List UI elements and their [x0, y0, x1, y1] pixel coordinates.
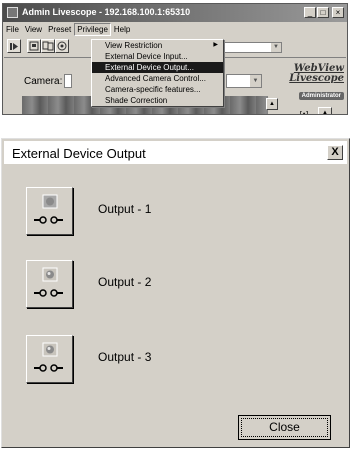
menu-item-camera-specific-features[interactable]: Camera-specific features...	[92, 84, 223, 95]
camera-label: Camera:	[24, 76, 63, 87]
relay-switch-icon	[34, 194, 63, 224]
tilt-up-button[interactable]: ▲	[318, 107, 332, 114]
menu-item-advanced-camera-control[interactable]: Advanced Camera Control...	[92, 73, 223, 84]
menu-item-external-device-output[interactable]: External Device Output...	[92, 62, 223, 73]
menu-preset[interactable]: Preset	[45, 23, 74, 36]
maximize-button[interactable]: □	[317, 7, 329, 18]
dialog-close-icon[interactable]: X	[327, 145, 343, 160]
menu-view[interactable]: View	[22, 23, 45, 36]
toolbar-button-4[interactable]	[55, 39, 69, 53]
output-2-toggle-button[interactable]	[26, 260, 73, 308]
relay-switch-icon	[34, 342, 63, 372]
output-3-label: Output - 3	[98, 350, 152, 364]
chevron-down-icon: ▼	[271, 43, 281, 52]
toolbar-combo[interactable]: ▼	[222, 42, 282, 53]
output-3-toggle-button[interactable]	[26, 335, 73, 383]
toolbar-icon-4	[57, 41, 67, 51]
output-row-2: Output - 2	[26, 260, 306, 310]
menu-item-shade-correction[interactable]: Shade Correction	[92, 95, 223, 106]
webview-logo: WebView Livescope Administrator	[288, 64, 344, 102]
menu-item-label: View Restriction	[105, 41, 163, 50]
output-row-3: Output - 3	[26, 335, 306, 385]
close-button-label: Close	[241, 418, 328, 437]
dialog-title-bar[interactable]: External Device Output X	[4, 141, 347, 164]
main-title-bar[interactable]: Admin Livescope - 192.168.100.1:65310 _ …	[3, 4, 347, 22]
toolbar-button-3[interactable]	[41, 39, 55, 53]
toolbar-button-1[interactable]	[7, 39, 21, 53]
close-button[interactable]: Close	[238, 415, 331, 440]
main-window: Admin Livescope - 192.168.100.1:65310 _ …	[2, 3, 348, 115]
camera-secondary-select[interactable]: ▼	[226, 74, 262, 88]
main-window-title: Admin Livescope - 192.168.100.1:65310	[22, 7, 191, 17]
minimize-button[interactable]: _	[304, 7, 316, 18]
administrator-badge: Administrator	[298, 92, 344, 100]
menu-privilege[interactable]: Privilege	[74, 23, 111, 36]
menu-item-external-device-input[interactable]: External Device Input...	[92, 51, 223, 62]
window-close-button[interactable]: ×	[332, 7, 344, 18]
camera-select[interactable]	[64, 74, 72, 88]
external-device-output-dialog: External Device Output X Output - 1 Outp…	[1, 138, 350, 448]
menu-file[interactable]: File	[3, 23, 22, 36]
app-icon	[7, 7, 18, 18]
submenu-arrow-icon: ▶	[213, 42, 218, 48]
toolbar-button-2[interactable]	[27, 39, 41, 53]
menu-help[interactable]: Help	[111, 23, 133, 36]
menu-bar: File View Preset Privilege Help	[3, 23, 347, 36]
logo-line-2: Livescope	[289, 73, 344, 84]
relay-switch-icon	[34, 267, 63, 297]
toolbar-icon-1	[10, 43, 18, 50]
output-row-1: Output - 1	[26, 187, 306, 237]
dialog-title: External Device Output	[12, 146, 146, 161]
scroll-up-button[interactable]: ▲	[266, 98, 278, 110]
toolbar-icon-2	[29, 41, 39, 51]
output-1-toggle-button[interactable]	[26, 187, 73, 235]
output-2-label: Output - 2	[98, 275, 152, 289]
toolbar-icon-3	[42, 41, 54, 51]
menu-item-view-restriction[interactable]: View Restriction ▶	[92, 40, 223, 51]
privilege-menu-dropdown: View Restriction ▶ External Device Input…	[91, 39, 224, 107]
chevron-down-icon: ▼	[250, 75, 261, 87]
pan-tilt-icon[interactable]: [♦]	[296, 109, 312, 114]
output-1-label: Output - 1	[98, 202, 152, 216]
